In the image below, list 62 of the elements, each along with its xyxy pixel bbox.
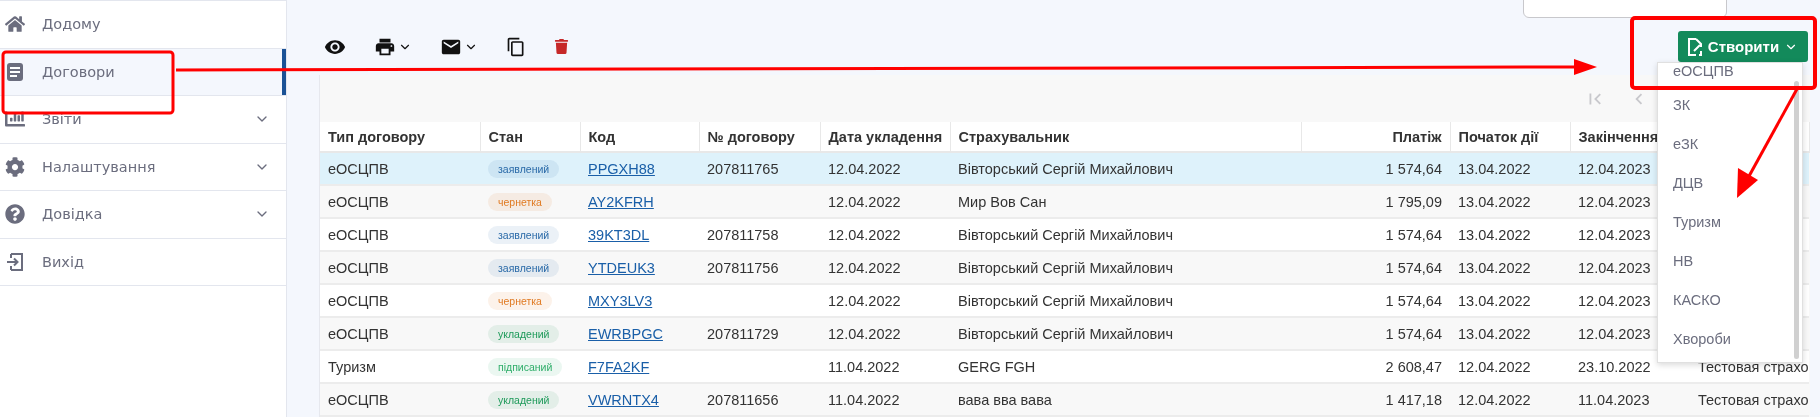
- sidebar-label: Договори: [42, 63, 116, 80]
- menu-item[interactable]: Туризм: [1673, 202, 1802, 241]
- table-cell: Тестовая страхо: [1698, 391, 1809, 408]
- code-link[interactable]: AY2KFRH: [588, 193, 654, 210]
- sidebar-label: Вихід: [42, 253, 85, 270]
- create-button[interactable]: Створити: [1677, 31, 1808, 62]
- status-badge: підписаний: [488, 357, 563, 376]
- column-header[interactable]: Платіж: [1301, 122, 1450, 152]
- code-link[interactable]: VWRNTX4: [588, 391, 659, 408]
- table-cell: 11.04.2022: [820, 383, 950, 416]
- code-link[interactable]: F7FA2KF: [588, 358, 650, 375]
- menu-item[interactable]: НВ: [1673, 241, 1802, 280]
- document-icon: [5, 61, 25, 82]
- menu-item[interactable]: еОСЦПВ: [1673, 63, 1802, 85]
- trash-icon: [554, 39, 569, 54]
- status-badge: чернетка: [488, 192, 552, 211]
- table-cell[interactable]: еОСЦПВ: [320, 383, 480, 416]
- exit-icon: [5, 251, 25, 272]
- menu-item[interactable]: КАСКО: [1673, 280, 1802, 319]
- sidebar-label: Налаштування: [42, 158, 157, 175]
- menu-item[interactable]: ЗК: [1673, 85, 1802, 124]
- column-header[interactable]: Початок дії: [1450, 122, 1570, 152]
- table-cell: 12.04.2023: [1578, 292, 1651, 309]
- table-cell: 12.04.2023: [1578, 160, 1651, 177]
- help-icon: [5, 204, 25, 225]
- column-header[interactable]: № договору: [699, 122, 820, 152]
- table-cell: 207811656: [699, 383, 820, 416]
- sidebar-label: Додому: [42, 16, 102, 33]
- sidebar-label: Звіти: [42, 111, 83, 128]
- status-badge: заявлений: [488, 225, 560, 244]
- table-cell: вава вва вава: [950, 383, 1301, 416]
- table-cell: 11.04.2023: [1578, 391, 1650, 408]
- column-header[interactable]: Стан: [480, 122, 580, 152]
- status-badge: заявлений: [488, 159, 560, 178]
- status-badge: укладений: [488, 324, 560, 343]
- table-cell: 23.10.2022: [1578, 358, 1651, 375]
- column-header[interactable]: Код: [580, 122, 699, 152]
- column-header[interactable]: Страхувальник: [950, 122, 1301, 152]
- settings-icon: [5, 156, 25, 177]
- code-link[interactable]: PPGXH88: [588, 160, 655, 177]
- code-link[interactable]: MXY3LV3: [588, 292, 653, 309]
- copy-icon: [506, 36, 526, 57]
- code-link[interactable]: 39KT3DL: [588, 226, 650, 243]
- menu-item[interactable]: ДЦВ: [1673, 163, 1802, 202]
- status-badge: укладений: [488, 390, 560, 409]
- scrollbar[interactable]: [1794, 81, 1799, 359]
- document-icon: [1686, 37, 1703, 56]
- status-badge: чернетка: [488, 291, 552, 310]
- table-cell: 12.04.2023: [1578, 325, 1651, 342]
- status-badge: заявлений: [488, 258, 560, 277]
- table-cell: 12.04.2023: [1578, 193, 1651, 210]
- menu-item[interactable]: Хвороби: [1673, 319, 1802, 358]
- sidebar-label: Довідка: [42, 206, 104, 223]
- table-cell: 12.04.2023: [1578, 259, 1651, 276]
- code-link[interactable]: EWRBPGC: [588, 325, 663, 342]
- table-cell: 1 417,18: [1301, 383, 1450, 416]
- home-icon: [5, 14, 25, 35]
- table-cell: 12.04.2023: [1578, 226, 1651, 243]
- column-header[interactable]: Тип договору: [320, 122, 480, 152]
- column-header[interactable]: Дата укладення: [820, 122, 950, 152]
- code-link[interactable]: YTDEUK3: [588, 259, 655, 276]
- table-cell: 12.04.2022: [1450, 383, 1570, 416]
